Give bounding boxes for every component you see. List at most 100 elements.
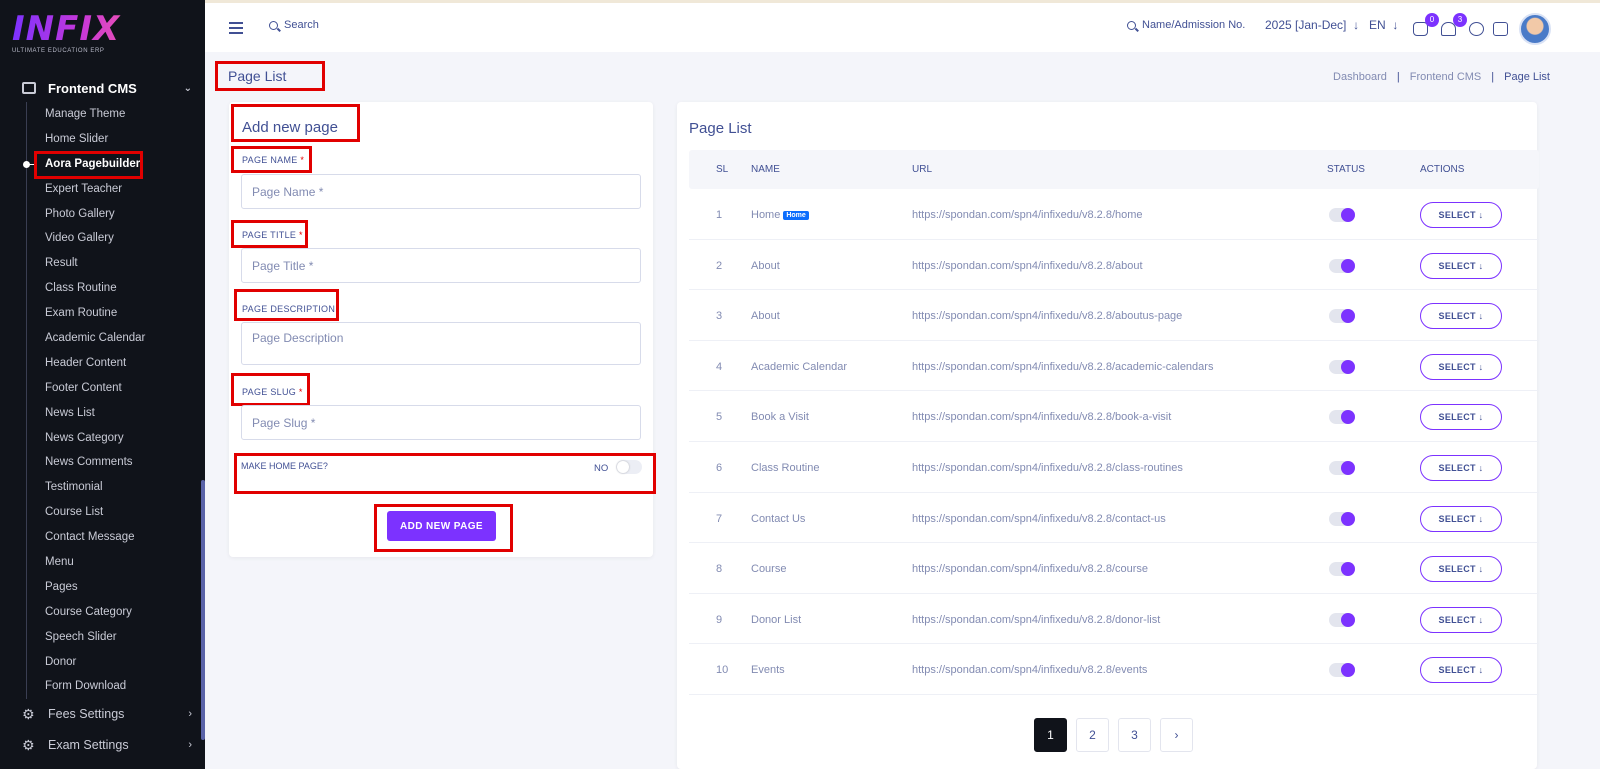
row-sl: 9 bbox=[716, 613, 723, 626]
row-name: Class Routine bbox=[751, 462, 819, 474]
sidebar-item-news-category[interactable]: News Category bbox=[27, 426, 198, 451]
sidebar-item-testimonial[interactable]: Testimonial bbox=[27, 475, 198, 500]
admission-search-label: Name/Admission No. bbox=[1142, 19, 1246, 31]
select-action-button[interactable]: SELECT ↓ bbox=[1420, 657, 1502, 684]
row-url[interactable]: https://spondan.com/spn4/infixedu/v8.2.8… bbox=[912, 563, 1148, 575]
sidebar-item-course-category[interactable]: Course Category bbox=[27, 600, 198, 625]
sidebar-item-manage-theme[interactable]: Manage Theme bbox=[27, 102, 198, 127]
page-description-input[interactable] bbox=[241, 322, 641, 365]
sidebar-item-form-download[interactable]: Form Download bbox=[27, 674, 198, 699]
row-name: Book a Visit bbox=[751, 411, 809, 423]
status-toggle[interactable] bbox=[1329, 461, 1355, 475]
sidebar-item-contact-message[interactable]: Contact Message bbox=[27, 525, 198, 550]
sidebar-item-exam-routine[interactable]: Exam Routine bbox=[27, 301, 198, 326]
table-row: 7 Contact Us https://spondan.com/spn4/infi… bbox=[689, 493, 1539, 544]
page-button-1[interactable]: 1 bbox=[1034, 718, 1067, 752]
sidebar-item-expert-teacher[interactable]: Expert Teacher bbox=[27, 177, 198, 202]
row-url[interactable]: https://spondan.com/spn4/infixedu/v8.2.8… bbox=[912, 462, 1183, 474]
column-name[interactable]: NAME bbox=[751, 164, 780, 175]
sidebar-section-frontend-cms[interactable]: Frontend CMS ⌄ bbox=[22, 78, 192, 98]
sidebar-item-academic-calendar[interactable]: Academic Calendar bbox=[27, 326, 198, 351]
page-slug-input[interactable] bbox=[241, 405, 641, 440]
status-toggle[interactable] bbox=[1329, 309, 1355, 324]
sidebar-item-menu[interactable]: Menu bbox=[27, 550, 198, 575]
arrow-down-icon: ↓ bbox=[1349, 18, 1360, 32]
sidebar-scrollbar[interactable] bbox=[201, 480, 205, 740]
breadcrumb-dashboard[interactable]: Dashboard bbox=[1333, 71, 1387, 83]
sidebar-item-header-content[interactable]: Header Content bbox=[27, 351, 198, 376]
page-button-2[interactable]: 2 bbox=[1076, 718, 1109, 752]
sidebar-item-video-gallery[interactable]: Video Gallery bbox=[27, 226, 198, 251]
academic-year-select[interactable]: 2025 [Jan-Dec] ↓ bbox=[1265, 18, 1359, 32]
sidebar-item-footer-content[interactable]: Footer Content bbox=[27, 376, 198, 401]
table-row: 10 Events https://spondan.com/spn4/infixed… bbox=[689, 644, 1539, 695]
select-action-button[interactable]: SELECT ↓ bbox=[1420, 606, 1502, 633]
row-url[interactable]: https://spondan.com/spn4/infixedu/v8.2.8… bbox=[912, 260, 1143, 272]
breadcrumb-frontend-cms[interactable]: Frontend CMS bbox=[1410, 71, 1482, 83]
column-url[interactable]: URL bbox=[912, 164, 932, 175]
sidebar-item-news-list[interactable]: News List bbox=[27, 401, 198, 426]
sidebar-item-photo-gallery[interactable]: Photo Gallery bbox=[27, 202, 198, 227]
column-sl[interactable]: SL bbox=[716, 164, 728, 175]
annotation-box-page-name-label bbox=[231, 146, 312, 173]
page-title-input[interactable] bbox=[241, 248, 641, 283]
sidebar-item-speech-slider[interactable]: Speech Slider bbox=[27, 625, 198, 650]
page-name-input[interactable] bbox=[241, 174, 641, 209]
language-select[interactable]: EN ↓ bbox=[1369, 18, 1398, 32]
row-sl: 7 bbox=[716, 512, 723, 525]
sidebar-item-fees-settings[interactable]: ⚙ Fees Settings › bbox=[22, 704, 192, 724]
row-url[interactable]: https://spondan.com/spn4/infixedu/v8.2.8… bbox=[912, 411, 1171, 423]
sidebar-item-donor[interactable]: Donor bbox=[27, 650, 198, 675]
select-action-button[interactable]: SELECT ↓ bbox=[1420, 556, 1502, 583]
select-action-button[interactable]: SELECT ↓ bbox=[1420, 303, 1502, 330]
status-toggle[interactable] bbox=[1329, 208, 1355, 222]
top-search[interactable]: Search bbox=[269, 19, 319, 31]
row-url[interactable]: https://spondan.com/spn4/infixedu/v8.2.8… bbox=[912, 664, 1147, 676]
chart-icon[interactable] bbox=[1493, 22, 1508, 36]
row-name: Home Home bbox=[751, 209, 809, 221]
status-toggle[interactable] bbox=[1329, 258, 1355, 273]
select-action-button[interactable]: SELECT ↓ bbox=[1420, 202, 1502, 228]
status-toggle[interactable] bbox=[1329, 359, 1355, 374]
status-toggle[interactable] bbox=[1329, 612, 1355, 627]
column-status[interactable]: STATUS bbox=[1327, 164, 1365, 175]
select-action-button[interactable]: SELECT ↓ bbox=[1420, 404, 1502, 431]
select-action-button[interactable]: SELECT ↓ bbox=[1420, 455, 1502, 481]
next-page-icon[interactable]: › bbox=[1160, 718, 1193, 752]
chevron-right-icon: › bbox=[188, 739, 192, 751]
sidebar-item-exam-settings[interactable]: ⚙ Exam Settings › bbox=[22, 735, 192, 755]
hamburger-menu-icon[interactable] bbox=[229, 22, 243, 34]
admission-search[interactable]: Name/Admission No. bbox=[1127, 19, 1245, 31]
status-toggle[interactable] bbox=[1329, 410, 1355, 425]
row-url[interactable]: https://spondan.com/spn4/infixedu/v8.2.8… bbox=[912, 614, 1160, 626]
row-url[interactable]: https://spondan.com/spn4/infixedu/v8.2.8… bbox=[912, 310, 1182, 322]
sidebar-item-news-comments[interactable]: News Comments bbox=[27, 450, 198, 475]
row-url[interactable]: https://spondan.com/spn4/infixedu/v8.2.8… bbox=[912, 513, 1166, 525]
status-toggle[interactable] bbox=[1329, 562, 1355, 577]
toggle-knob bbox=[1341, 258, 1355, 273]
brand-logo[interactable]: INFIX ULTIMATE EDUCATION ERP bbox=[12, 12, 152, 56]
sidebar-item-home-slider[interactable]: Home Slider bbox=[27, 127, 198, 152]
user-avatar[interactable] bbox=[1519, 13, 1551, 45]
row-url[interactable]: https://spondan.com/spn4/infixedu/v8.2.8… bbox=[912, 209, 1143, 221]
page-list-title: Page List bbox=[689, 120, 752, 137]
row-name-text: Course bbox=[751, 563, 787, 576]
status-toggle[interactable] bbox=[1329, 511, 1355, 526]
table-row: 2 About https://spondan.com/spn4/infixedu/… bbox=[689, 240, 1539, 291]
sidebar-item-pages[interactable]: Pages bbox=[27, 575, 198, 600]
globe-icon[interactable] bbox=[1469, 22, 1484, 36]
select-action-button[interactable]: SELECT ↓ bbox=[1420, 252, 1502, 279]
page-button-3[interactable]: 3 bbox=[1118, 718, 1151, 752]
select-action-button[interactable]: SELECT ↓ bbox=[1420, 353, 1502, 380]
table-row: 9 Donor List https://spondan.com/spn4/infi… bbox=[689, 594, 1539, 645]
sidebar-item-class-routine[interactable]: Class Routine bbox=[27, 276, 198, 301]
breadcrumb: Dashboard | Frontend CMS | Page List bbox=[1333, 71, 1550, 83]
row-url[interactable]: https://spondan.com/spn4/infixedu/v8.2.8… bbox=[912, 361, 1213, 373]
chevron-right-icon: › bbox=[188, 708, 192, 720]
select-action-button[interactable]: SELECT ↓ bbox=[1420, 505, 1502, 532]
sidebar-item-result[interactable]: Result bbox=[27, 251, 198, 276]
column-actions[interactable]: ACTIONS bbox=[1420, 164, 1464, 175]
row-name: Contact Us bbox=[751, 513, 805, 525]
status-toggle[interactable] bbox=[1329, 663, 1355, 678]
sidebar-item-course-list[interactable]: Course List bbox=[27, 500, 198, 525]
